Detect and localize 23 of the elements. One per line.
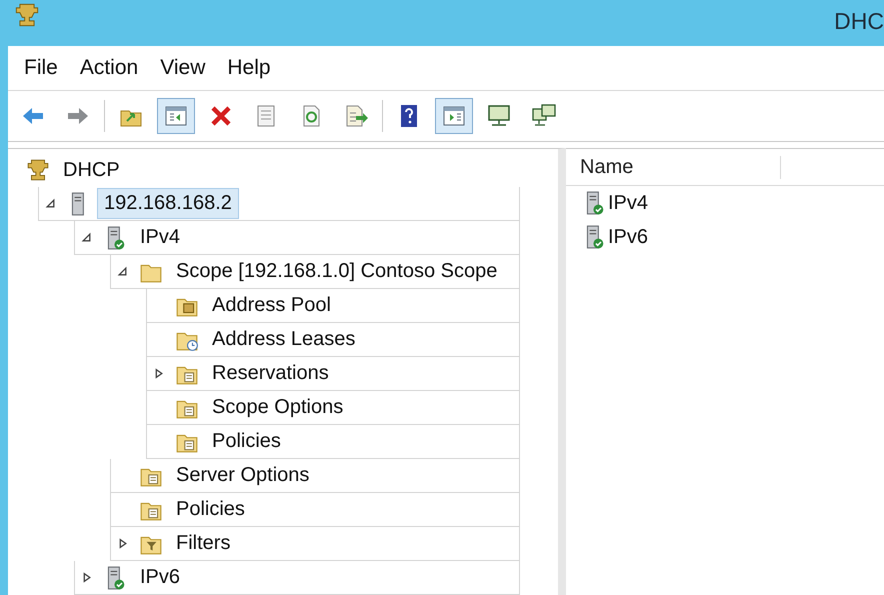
tree-item[interactable]: IPv4 <box>133 222 188 253</box>
collapsed-arrow-icon[interactable] <box>116 538 128 549</box>
tree-item[interactable]: Policies <box>169 494 252 525</box>
menu-item[interactable]: View <box>152 52 218 84</box>
menu-item[interactable]: File <box>16 52 70 84</box>
column-header[interactable]: Name <box>566 156 781 178</box>
window-title: DHC <box>834 7 884 35</box>
expanded-arrow-icon[interactable] <box>116 266 128 277</box>
expanded-arrow-icon[interactable] <box>44 198 56 209</box>
tree-item[interactable]: Filters <box>169 528 238 559</box>
menu-item[interactable]: Help <box>219 52 283 84</box>
collapsed-arrow-icon[interactable] <box>80 572 92 583</box>
tree-item[interactable]: IPv6 <box>133 562 188 593</box>
collapsed-arrow-icon[interactable] <box>152 368 164 379</box>
list-item[interactable]: IPv4 <box>608 192 648 214</box>
menu-item[interactable]: Action <box>72 52 150 84</box>
monitor-icon <box>486 103 512 129</box>
tree-item[interactable]: DHCP <box>56 154 127 186</box>
list-item[interactable]: IPv6 <box>608 226 648 248</box>
tree-item[interactable]: 192.168.168.2 <box>97 188 239 219</box>
expanded-arrow-icon[interactable] <box>80 232 92 243</box>
action-pane-button[interactable] <box>435 98 473 134</box>
tree-pane-button[interactable] <box>157 98 195 134</box>
